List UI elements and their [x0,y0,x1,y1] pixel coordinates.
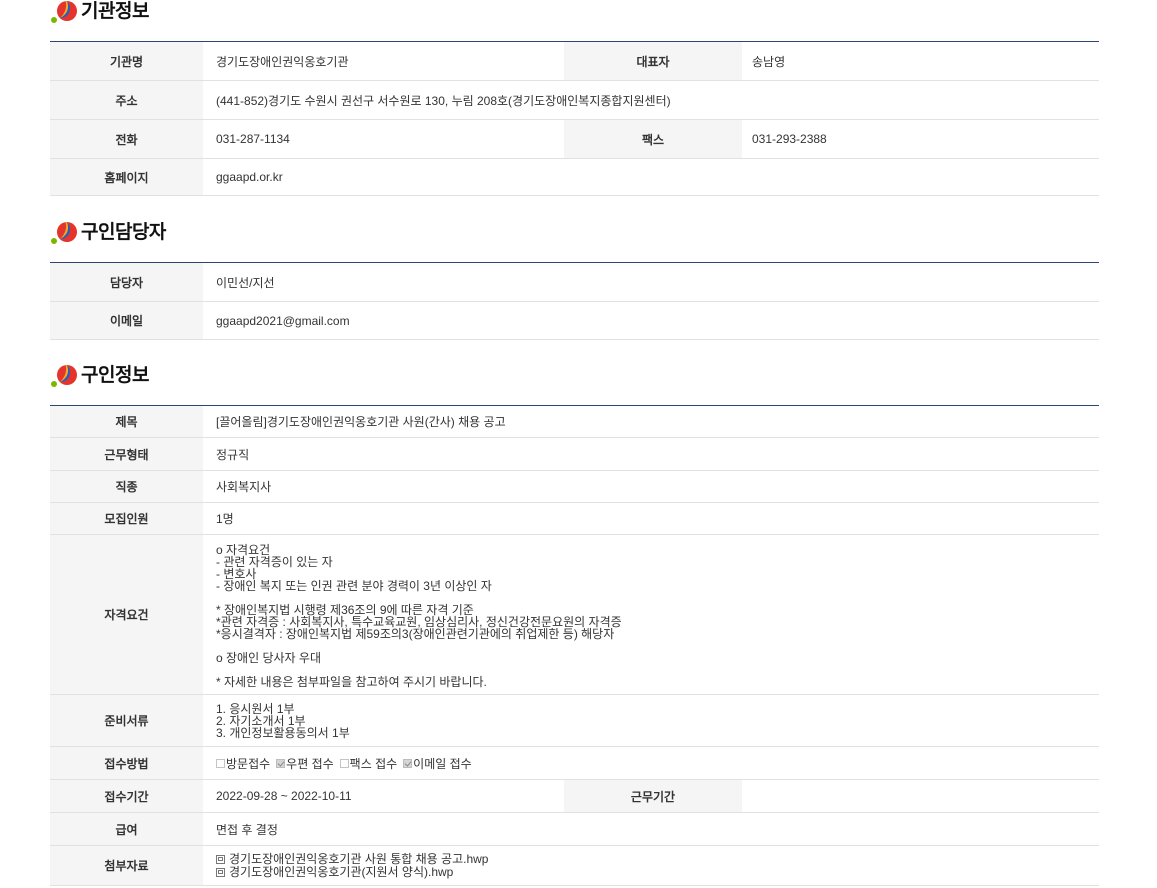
file-icon [216,867,225,877]
subject-value: [끌어올림]경기도장애인권익옹호기관 사원(간사) 채용 공고 [216,415,506,429]
file-icon [216,854,225,864]
phone-value: 031-287-1134 [216,132,290,146]
attachment-link[interactable]: 경기도장애인권익옹호기관 사원 통합 채용 공고.hwp [216,852,489,866]
employment-type-value: 정규직 [216,447,250,462]
job-type-label: 직종 [50,471,203,502]
documents-label: 준비서류 [50,695,203,746]
manager-label: 담당자 [50,263,203,301]
email-checkbox[interactable] [403,758,413,768]
apply-method-option: 이메일 접수 [403,755,472,772]
table-row: 담당자 이민선/지선 [50,263,1099,302]
documents-text: 1. 응시원서 1부 2. 자기소개서 1부 3. 개인정보활용동의서 1부 [216,701,350,740]
employment-type-label: 근무형태 [50,438,203,470]
org-name-label: 기관명 [50,42,203,80]
fax-label: 팩스 [564,120,742,158]
attachments-cell: 경기도장애인권익옹호기관 사원 통합 채용 공고.hwp 경기도장애인권익옹호기… [203,846,1099,885]
ceo-value: 송남영 [752,54,786,69]
homepage-label: 홈페이지 [50,159,203,195]
attachment-name[interactable]: 경기도장애인권익옹호기관(지원서 양식).hwp [229,865,453,879]
address-value: (441-852)경기도 수원시 권선구 서수원로 130, 누림 208호(경… [216,93,671,108]
table-row: 급여 면접 후 결정 [50,813,1099,846]
email-checkbox-label: 이메일 접수 [413,756,472,771]
salary-value: 면접 후 결정 [216,822,278,837]
job-info-header: 구인정보 [50,340,1099,405]
section-heading: 기관정보 [50,0,149,24]
fax-value: 031-293-2388 [752,132,827,146]
mail-checkbox-label: 우편 접수 [286,756,334,771]
section-title: 기관정보 [81,1,149,22]
table-row: 첨부자료 경기도장애인권익옹호기관 사원 통합 채용 공고.hwp 경기도장애인… [50,846,1099,886]
qualifications-cell: o 자격요건 - 관련 자격증이 있는 자 - 변호사 - 장애인 복지 또는 … [203,535,1099,694]
section-bullet-icon [51,1,77,23]
section-title: 구인정보 [81,365,149,386]
apply-method-option: 방문접수 [216,755,270,772]
documents-cell: 1. 응시원서 1부 2. 자기소개서 1부 3. 개인정보활용동의서 1부 [203,695,1099,746]
homepage-link[interactable]: ggaapd.or.kr [203,159,1099,195]
table-row: 접수방법 방문접수 우편 접수 팩스 접수 이메일 접수 [50,747,1099,780]
section-bullet-icon [51,222,77,244]
ceo-label: 대표자 [564,42,742,80]
apply-method-option: 팩스 접수 [339,755,398,772]
job-type-value: 사회복지사 [216,480,272,494]
table-row: 준비서류 1. 응시원서 1부 2. 자기소개서 1부 3. 개인정보활용동의서… [50,695,1099,747]
section-title: 구인담당자 [81,222,166,243]
headcount-value: 1명 [216,512,234,526]
table-row: 직종 사회복지사 [50,471,1099,503]
attachments-label: 첨부자료 [50,846,203,885]
headcount-label: 모집인원 [50,503,203,534]
contact-table: 담당자 이민선/지선 이메일 ggaapd2021@gmail.com [50,262,1099,340]
fax-checkbox-label: 팩스 접수 [349,756,398,771]
salary-label: 급여 [50,813,203,845]
org-info-table: 기관명 경기도장애인권익옹호기관 대표자 송남영 주소 (441-852)경기도… [50,41,1099,196]
manager-value: 이민선/지선 [216,275,275,290]
apply-method-option: 우편 접수 [276,755,334,772]
apply-period-label: 접수기간 [50,780,203,812]
org-info-header: 기관정보 [50,0,1099,41]
apply-method-cell: 방문접수 우편 접수 팩스 접수 이메일 접수 [203,747,1099,779]
subject-label: 제목 [50,406,203,437]
section-bullet-icon [51,365,77,387]
work-period-label: 근무기간 [564,780,742,812]
job-info-table: 제목 [끌어올림]경기도장애인권익옹호기관 사원(간사) 채용 공고 근무형태 … [50,405,1099,886]
table-row: 모집인원 1명 [50,503,1099,535]
table-row: 자격요건 o 자격요건 - 관련 자격증이 있는 자 - 변호사 - 장애인 복… [50,535,1099,695]
table-row: 기관명 경기도장애인권익옹호기관 대표자 송남영 [50,42,1099,81]
email-value: ggaapd2021@gmail.com [216,313,350,328]
email-label: 이메일 [50,302,203,339]
table-row: 접수기간 2022-09-28 ~ 2022-10-11 근무기간 [50,780,1099,813]
contact-header: 구인담당자 [50,196,1099,262]
attachment-link[interactable]: 경기도장애인권익옹호기관(지원서 양식).hwp [216,865,489,879]
attachment-list: 경기도장애인권익옹호기관 사원 통합 채용 공고.hwp 경기도장애인권익옹호기… [216,852,489,879]
address-label: 주소 [50,81,203,119]
job-posting-detail: 기관정보 기관명 경기도장애인권익옹호기관 대표자 송남영 주소 (441-85… [50,0,1099,886]
org-name-value: 경기도장애인권익옹호기관 [216,54,349,69]
table-row: 근무형태 정규직 [50,438,1099,471]
attachment-name[interactable]: 경기도장애인권익옹호기관 사원 통합 채용 공고.hwp [229,852,489,866]
visit-checkbox-label: 방문접수 [226,756,271,771]
table-row: 전화 031-287-1134 팩스 031-293-2388 [50,120,1099,159]
table-row: 이메일 ggaapd2021@gmail.com [50,302,1099,340]
section-heading: 구인담당자 [50,221,166,245]
visit-checkbox[interactable] [216,758,225,768]
table-row: 홈페이지 ggaapd.or.kr [50,159,1099,196]
apply-period-value: 2022-09-28 ~ 2022-10-11 [216,789,352,803]
qualifications-label: 자격요건 [50,535,203,694]
apply-method-label: 접수방법 [50,747,203,779]
work-period-value [742,780,1099,812]
mail-checkbox[interactable] [276,758,286,768]
section-heading: 구인정보 [50,364,149,388]
phone-label: 전화 [50,120,203,158]
qualifications-text: o 자격요건 - 관련 자격증이 있는 자 - 변호사 - 장애인 복지 또는 … [216,543,622,689]
table-row: 제목 [끌어올림]경기도장애인권익옹호기관 사원(간사) 채용 공고 [50,406,1099,438]
table-row: 주소 (441-852)경기도 수원시 권선구 서수원로 130, 누림 208… [50,81,1099,120]
fax-checkbox[interactable] [339,758,349,768]
